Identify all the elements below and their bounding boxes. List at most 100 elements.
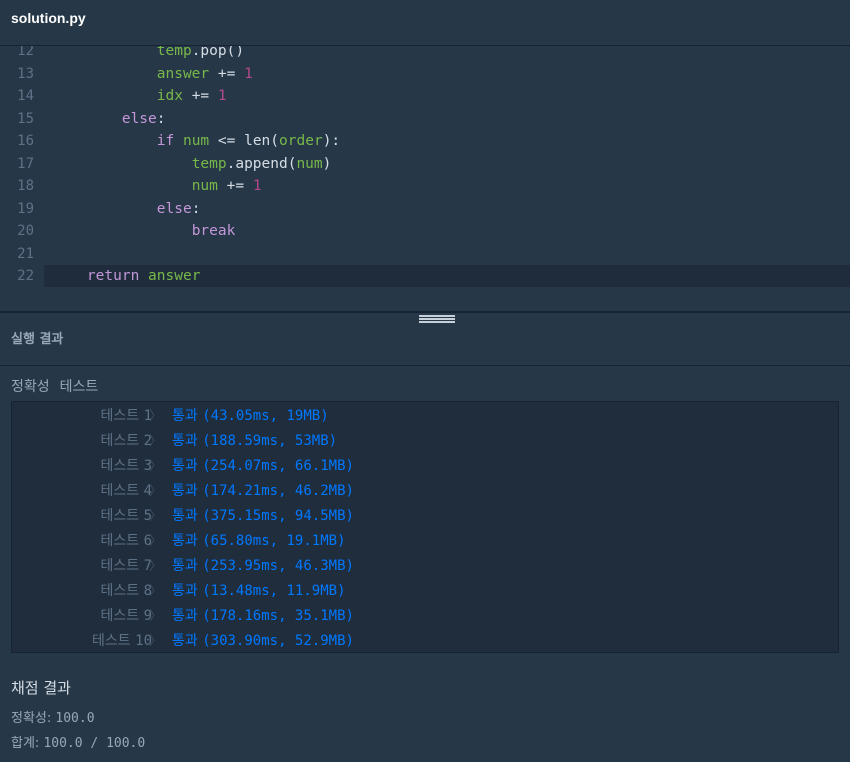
code-line[interactable]: 21 <box>0 243 850 265</box>
code-line[interactable]: 19 else: <box>0 198 850 220</box>
code-text: temp.append(num) <box>52 153 332 175</box>
chevron-right-icon: 〉 <box>149 534 163 549</box>
test-status: 통과 <box>172 408 198 424</box>
code-token: num <box>296 155 323 172</box>
test-results-list: 테스트 1 〉 통과 (43.05ms, 19MB) 테스트 2 〉 통과 (188.59… <box>11 401 839 653</box>
line-number: 15 <box>17 110 34 127</box>
test-status: 통과 <box>172 433 198 449</box>
code-text: if num <= len(order): <box>52 130 340 152</box>
code-token: len <box>244 133 271 149</box>
section-label: 정확성 테스트 <box>11 376 98 396</box>
chevron-right-icon: 〉 <box>149 434 163 449</box>
code-token: <= <box>209 133 245 149</box>
test-detail: (303.90ms, 52.9MB) <box>202 633 354 649</box>
code-token: if <box>156 133 175 149</box>
code-token: num <box>182 133 210 149</box>
test-prefix: 테스트 <box>100 433 140 449</box>
test-status: 통과 <box>172 533 198 549</box>
test-name: 테스트 9 <box>100 605 152 625</box>
line-number: 21 <box>17 245 34 262</box>
code-token: num <box>191 178 218 194</box>
test-result: 통과 (375.15ms, 94.5MB) <box>172 505 354 525</box>
test-prefix: 테스트 <box>100 533 140 549</box>
test-row: 테스트 7 〉 통과 (253.95ms, 46.3MB) <box>12 552 840 577</box>
test-name: 테스트 5 <box>100 505 152 525</box>
code-token: temp <box>191 155 227 172</box>
section-label-accuracy: 정확성 <box>11 379 50 395</box>
test-status: 통과 <box>172 583 198 599</box>
code-token: : <box>156 110 166 127</box>
test-status: 통과 <box>172 558 198 574</box>
file-title: solution.py <box>11 10 86 26</box>
test-result: 통과 (43.05ms, 19MB) <box>172 405 329 425</box>
test-prefix: 테스트 <box>100 408 140 424</box>
code-token: 1 <box>244 65 253 82</box>
code-line[interactable]: 17 temp.append(num) <box>0 153 850 175</box>
line-number: 18 <box>17 178 34 194</box>
test-result: 통과 (13.48ms, 11.9MB) <box>172 580 346 600</box>
test-row: 테스트 5 〉 통과 (375.15ms, 94.5MB) <box>12 502 840 527</box>
test-prefix: 테스트 <box>100 558 140 574</box>
code-text: return answer <box>52 265 201 287</box>
accuracy-value: 100.0 <box>55 711 95 726</box>
test-prefix: 테스트 <box>100 608 140 624</box>
test-result: 통과 (303.90ms, 52.9MB) <box>172 630 354 650</box>
test-name: 테스트 7 <box>100 555 152 575</box>
resize-divider <box>0 311 850 313</box>
test-status: 통과 <box>172 633 198 649</box>
section-label-test: 테스트 <box>59 379 99 395</box>
test-prefix: 테스트 <box>100 583 140 599</box>
test-result: 통과 (253.95ms, 46.3MB) <box>172 555 354 575</box>
test-row: 테스트 2 〉 통과 (188.59ms, 53MB) <box>12 427 840 452</box>
test-row: 테스트 6 〉 통과 (65.80ms, 19.1MB) <box>12 527 840 552</box>
code-line[interactable]: 16 if num <= len(order): <box>0 130 850 152</box>
test-name: 테스트 4 <box>100 480 152 500</box>
test-row: 테스트 9 〉 통과 (178.16ms, 35.1MB) <box>12 602 840 627</box>
code-token: answer <box>156 65 210 82</box>
test-status: 통과 <box>172 483 198 499</box>
code-line[interactable]: 13 answer += 1 <box>0 63 850 85</box>
code-editor[interactable]: 12 temp.pop() 13 answer += 1 14 idx += 1 15… <box>0 46 850 312</box>
test-prefix: 테스트 <box>100 483 140 499</box>
code-line[interactable]: 14 idx += 1 <box>0 85 850 107</box>
code-token: answer <box>148 268 201 284</box>
test-status: 통과 <box>172 608 198 624</box>
test-name: 테스트 1 <box>100 405 152 425</box>
test-result: 통과 (188.59ms, 53MB) <box>172 430 337 450</box>
code-line[interactable]: 12 temp.pop() <box>0 46 850 62</box>
test-result: 통과 (178.16ms, 35.1MB) <box>172 605 354 625</box>
code-line[interactable]: 22 return answer <box>17 265 850 287</box>
code-line[interactable]: 18 num += 1 <box>0 175 850 197</box>
code-text: else: <box>52 108 166 130</box>
chevron-right-icon: 〉 <box>149 559 163 574</box>
line-number: 17 <box>17 155 34 172</box>
drag-handle-icon[interactable] <box>419 315 455 324</box>
code-text: answer += 1 <box>52 63 253 85</box>
code-text: num += 1 <box>52 175 262 197</box>
test-detail: (43.05ms, 19MB) <box>202 408 329 424</box>
code-line[interactable]: 20 break <box>0 220 850 242</box>
test-detail: (178.16ms, 35.1MB) <box>202 608 354 624</box>
line-number: 16 <box>17 133 34 149</box>
test-result: 통과 (174.21ms, 46.2MB) <box>172 480 354 500</box>
test-name: 테스트 6 <box>100 530 152 550</box>
code-text: temp.pop() <box>52 46 244 62</box>
test-result: 통과 (254.07ms, 66.1MB) <box>172 455 354 475</box>
test-name: 테스트 2 <box>100 430 152 450</box>
file-header: solution.py <box>0 0 850 46</box>
chevron-right-icon: 〉 <box>149 409 163 424</box>
test-name: 테스트 10 <box>92 630 152 650</box>
test-prefix: 테스트 <box>100 508 140 524</box>
code-line[interactable]: 15 else: <box>0 108 850 130</box>
test-row: 테스트 1 〉 통과 (43.05ms, 19MB) <box>12 402 840 427</box>
grading-accuracy: 정확성: 100.0 <box>11 707 95 726</box>
chevron-right-icon: 〉 <box>149 484 163 499</box>
grading-total: 합계: 100.0 / 100.0 <box>11 732 145 751</box>
